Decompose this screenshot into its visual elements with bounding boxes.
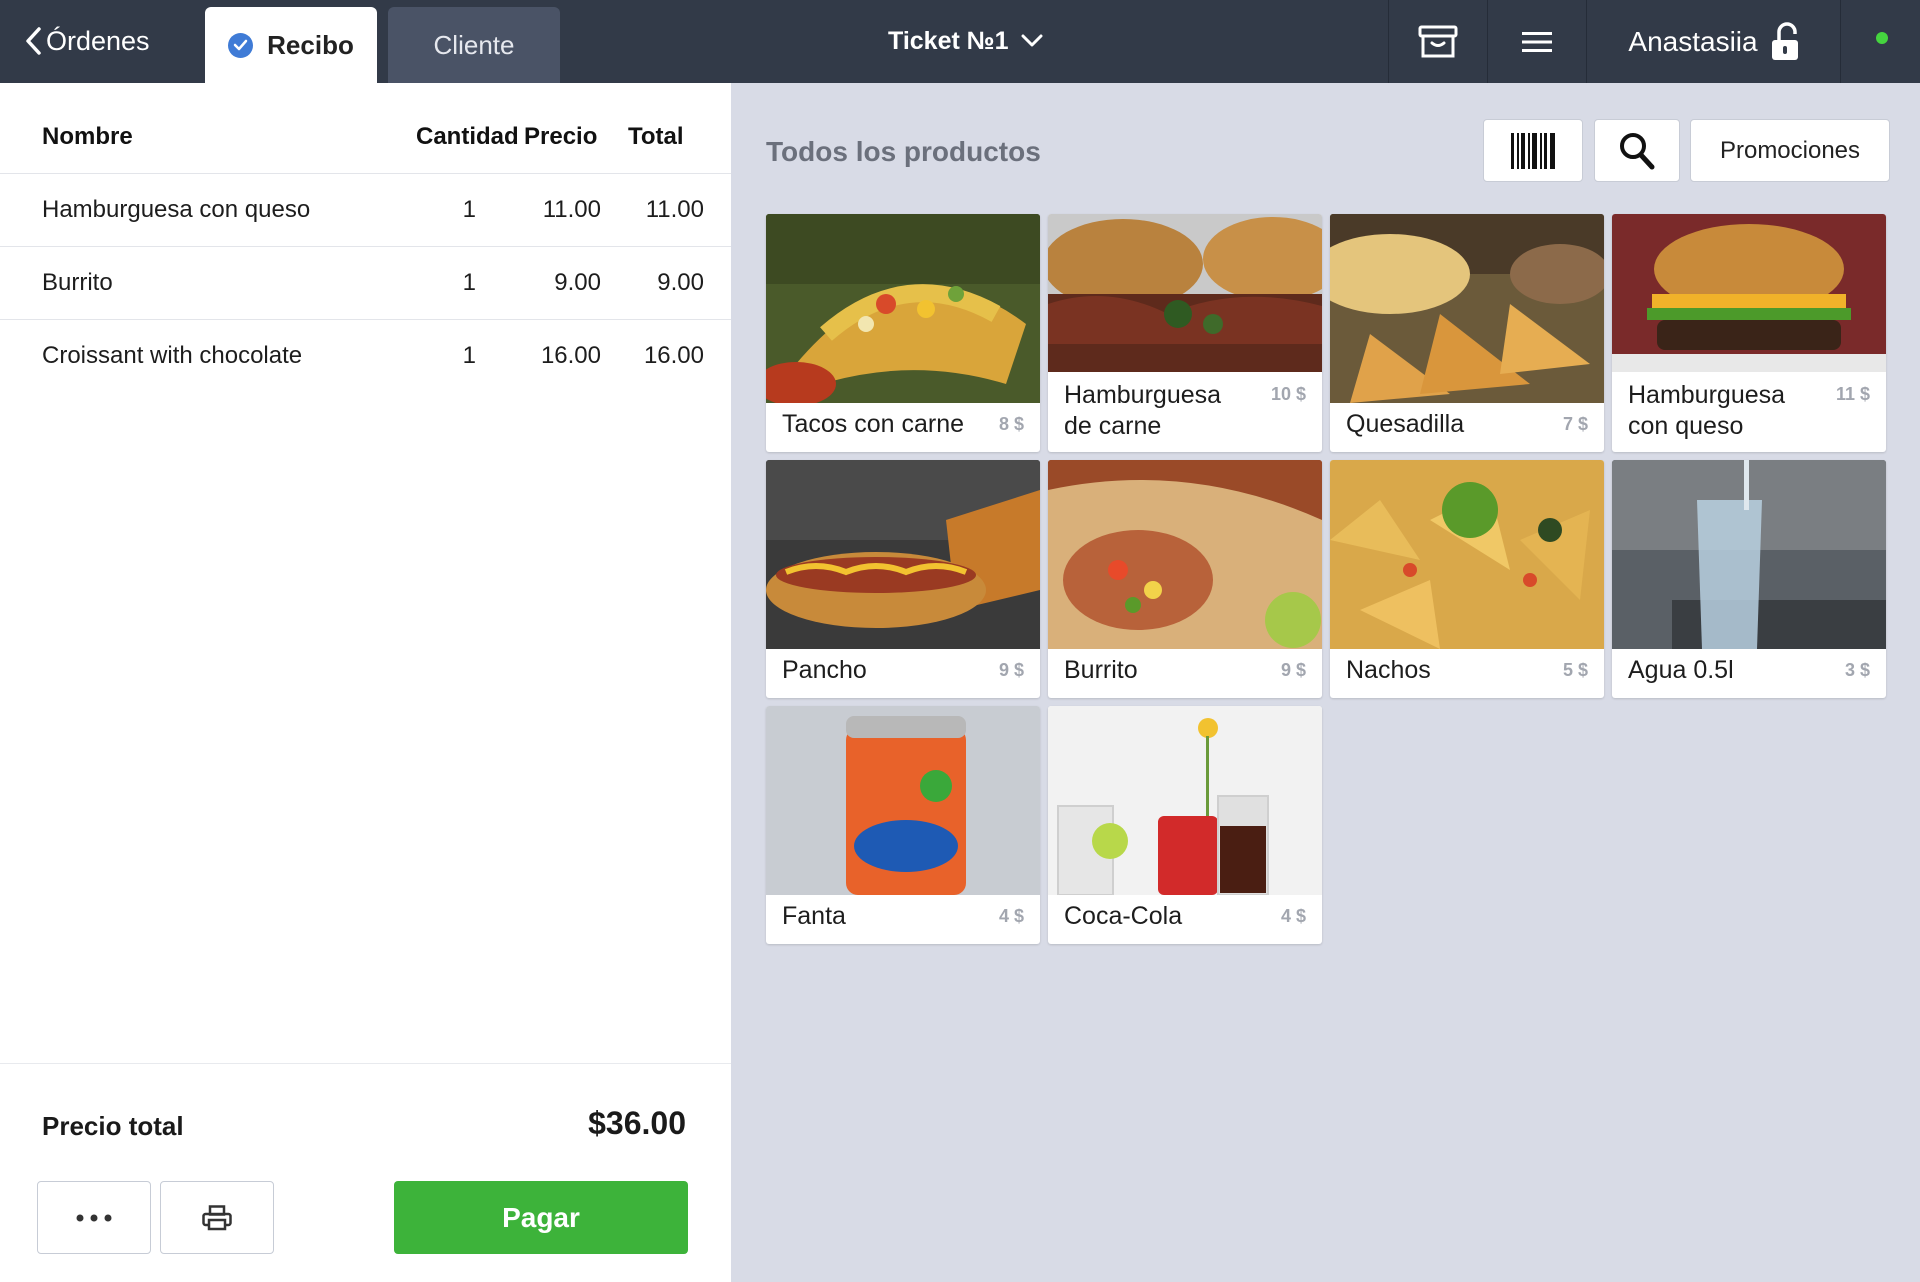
back-button[interactable]: Órdenes xyxy=(24,22,150,60)
item-quantity: 1 xyxy=(462,342,476,369)
product-name: Pancho xyxy=(782,656,867,684)
barcode-icon xyxy=(1511,132,1555,169)
user-menu[interactable]: Anastasiia xyxy=(1588,0,1840,83)
search-button[interactable] xyxy=(1594,119,1680,182)
burrito-image xyxy=(1048,460,1322,649)
item-quantity: 1 xyxy=(462,196,476,223)
back-label: Órdenes xyxy=(46,25,150,56)
product-name: Tacos con carne xyxy=(782,410,965,438)
cheeseburger-image xyxy=(1612,214,1886,372)
product-name: Agua 0.5l xyxy=(1628,656,1734,684)
column-header-nombre: Nombre xyxy=(42,123,133,150)
product-card[interactable]: Nachos 5 $ xyxy=(1330,460,1604,698)
product-card[interactable]: Burrito 9 $ xyxy=(1048,460,1322,698)
receipt-row[interactable]: Croissant with chocolate 1 16.00 16.00 xyxy=(0,319,731,392)
divider xyxy=(1840,0,1841,83)
item-name: Burrito xyxy=(42,269,113,296)
item-quantity: 1 xyxy=(462,269,476,296)
promotions-button[interactable]: Promociones xyxy=(1690,119,1890,182)
product-price: 9 $ xyxy=(998,660,1024,680)
water-glass-image xyxy=(1612,460,1886,649)
hamburger-menu-icon xyxy=(1522,31,1552,52)
item-price: 16.00 xyxy=(540,342,601,369)
item-name: Hamburguesa con queso xyxy=(42,196,311,223)
tab-recibo-label: Recibo xyxy=(267,29,354,60)
search-icon xyxy=(1620,132,1655,169)
total-value: $36.00 xyxy=(588,1105,686,1141)
item-name: Croissant with chocolate xyxy=(42,342,303,369)
quesadilla-image xyxy=(1330,214,1604,403)
chevron-left-icon xyxy=(26,27,41,55)
item-total: 11.00 xyxy=(645,196,704,223)
product-price: 10 $ xyxy=(1270,384,1306,404)
divider xyxy=(1586,0,1587,83)
total-label: Precio total xyxy=(42,1111,184,1141)
product-price: 4 $ xyxy=(998,906,1024,926)
tab-recibo[interactable]: Recibo xyxy=(205,7,377,83)
product-price: 3 $ xyxy=(1844,660,1870,680)
product-name: Burrito xyxy=(1064,656,1138,684)
product-name: Hamburguesa de carne xyxy=(1064,381,1222,440)
product-card[interactable]: Agua 0.5l 3 $ xyxy=(1612,460,1886,698)
menu-button[interactable] xyxy=(1488,0,1586,83)
column-header-precio: Precio xyxy=(524,123,598,150)
check-icon xyxy=(228,32,254,58)
product-name: Fanta xyxy=(782,902,846,930)
column-header-total: Total xyxy=(628,123,684,150)
product-price: 5 $ xyxy=(1562,660,1588,680)
column-header-cantidad: Cantidad xyxy=(416,123,519,150)
products-panel: Todos los productos Promociones Tacos co… xyxy=(731,83,1920,1282)
more-options-button[interactable] xyxy=(37,1181,151,1254)
top-bar: Órdenes Recibo Cliente Ticket №1 Anastas… xyxy=(0,0,1920,83)
product-name: Quesadilla xyxy=(1346,410,1465,438)
product-card[interactable]: Fanta 4 $ xyxy=(766,706,1040,944)
product-name: Hamburguesa con queso xyxy=(1628,381,1786,440)
product-price: 4 $ xyxy=(1280,906,1306,926)
receipt-row[interactable]: Hamburguesa con queso 1 11.00 11.00 xyxy=(0,173,731,246)
item-total: 16.00 xyxy=(643,342,704,369)
product-card[interactable]: Hamburguesa de carne 10 $ xyxy=(1048,214,1322,452)
product-card[interactable]: Hamburguesa con queso 11 $ xyxy=(1612,214,1886,452)
section-title: Todos los productos xyxy=(766,136,1041,167)
ticket-selector[interactable]: Ticket №1 xyxy=(888,22,1043,60)
nachos-image xyxy=(1330,460,1604,649)
product-price: 11 $ xyxy=(1835,384,1870,404)
product-name: Coca-Cola xyxy=(1064,902,1183,930)
beef-burger-image xyxy=(1048,214,1322,372)
hotdog-image xyxy=(766,460,1040,649)
divider xyxy=(0,1063,731,1064)
product-card[interactable]: Tacos con carne 8 $ xyxy=(766,214,1040,452)
archive-button[interactable] xyxy=(1389,0,1487,83)
promotions-label: Promociones xyxy=(1719,136,1861,164)
more-dots-icon xyxy=(76,1214,112,1221)
archive-icon xyxy=(1418,25,1458,57)
product-price: 7 $ xyxy=(1562,414,1588,434)
unlock-icon xyxy=(1771,21,1798,60)
tacos-image xyxy=(766,214,1040,403)
tab-cliente-label: Cliente xyxy=(433,29,515,60)
receipt-row[interactable]: Burrito 1 9.00 9.00 xyxy=(0,246,731,319)
ticket-label: Ticket №1 xyxy=(888,26,1009,55)
product-name: Nachos xyxy=(1346,656,1431,684)
product-card[interactable]: Quesadilla 7 $ xyxy=(1330,214,1604,452)
chevron-down-icon xyxy=(1021,34,1043,47)
product-price: 8 $ xyxy=(998,414,1024,434)
print-button[interactable] xyxy=(160,1181,274,1254)
user-name: Anastasiia xyxy=(1628,25,1758,57)
product-card[interactable]: Coca-Cola 4 $ xyxy=(1048,706,1322,944)
item-total: 9.00 xyxy=(657,269,704,296)
coca-cola-image xyxy=(1048,706,1322,895)
fanta-can-image xyxy=(766,706,1040,895)
tab-cliente[interactable]: Cliente xyxy=(388,7,560,83)
barcode-button[interactable] xyxy=(1483,119,1583,182)
pay-button[interactable]: Pagar xyxy=(394,1181,688,1254)
item-price: 9.00 xyxy=(554,269,601,296)
product-price: 9 $ xyxy=(1280,660,1306,680)
receipt-panel: Nombre Cantidad Precio Total Hamburguesa… xyxy=(0,83,731,1282)
product-card[interactable]: Pancho 9 $ xyxy=(766,460,1040,698)
item-price: 11.00 xyxy=(542,196,601,223)
printer-icon xyxy=(202,1204,232,1230)
online-status-indicator xyxy=(1876,32,1888,44)
